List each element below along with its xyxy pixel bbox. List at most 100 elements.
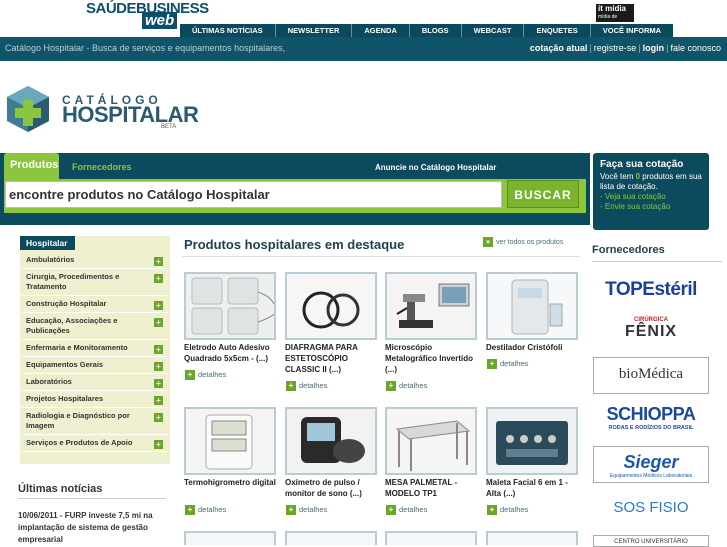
tab-produtos[interactable]: Produtos	[4, 153, 59, 179]
product-image-partial[interactable]	[184, 531, 276, 545]
supplier-logo-biomedica[interactable]: bioMédica	[593, 357, 709, 394]
see-all-products-link[interactable]: » ver todos os produtos	[483, 237, 563, 247]
product-card[interactable]: Maleta Facial 6 em 1 - Alta (...)	[486, 407, 578, 499]
sidebar-item-educacao[interactable]: Educação, Associações e Publicações +	[22, 313, 168, 340]
details-label: detalhes	[500, 359, 529, 368]
details-link[interactable]: + detalhes	[286, 505, 327, 516]
sidebar-item-enfermaria[interactable]: Enfermaria e Monitoramento +	[22, 340, 168, 357]
product-name[interactable]: Termohigrometro digital	[184, 477, 276, 488]
product-card[interactable]: Oxímetro de pulso / monitor de sono (...…	[285, 407, 377, 499]
nav-voce-informa[interactable]: VOCÊ INFORMA	[589, 24, 673, 37]
product-name[interactable]: MESA PALMETAL - MODELO TP1	[385, 477, 477, 499]
product-name[interactable]: Destilador Cristófoli	[486, 342, 578, 353]
nav-agenda[interactable]: AGENDA	[351, 24, 409, 37]
nav-enquetes[interactable]: ENQUETES	[523, 24, 589, 37]
tab-fornecedores[interactable]: Fornecedores	[72, 162, 132, 172]
plus-icon[interactable]: +	[154, 413, 163, 422]
current-quote-link[interactable]: cotação atual	[530, 43, 588, 53]
product-card[interactable]: Eletrodo Auto Adesivo Quadrado 5x5cm - (…	[184, 272, 276, 364]
product-image-electrode[interactable]	[184, 272, 276, 340]
details-link[interactable]: + detalhes	[185, 370, 226, 381]
login-link[interactable]: login	[643, 43, 665, 53]
microscope-image-icon	[387, 274, 475, 338]
product-name[interactable]: DIAFRAGMA PARA ESTETOSCÓPIO CLASSIC II (…	[285, 342, 377, 375]
saude-business-logo[interactable]: SAÚDEBUSINESS web	[86, 0, 209, 29]
send-quote-link[interactable]: - Envie sua cotação	[600, 202, 702, 212]
supplier-logo-centro-universitario[interactable]: CENTRO UNIVERSITÁRIO	[593, 535, 709, 547]
advertise-link[interactable]: Anuncie no Catálogo Hospitalar	[375, 163, 496, 172]
nav-blogs[interactable]: BLOGS	[408, 24, 461, 37]
details-link[interactable]: + detalhes	[286, 381, 327, 392]
plus-icon[interactable]: +	[154, 345, 163, 354]
supplier-name: TOPEstéril	[605, 279, 697, 300]
details-link[interactable]: + detalhes	[487, 505, 528, 516]
product-image-partial[interactable]	[285, 531, 377, 545]
product-card[interactable]: Microscópio Metalográfico Invertido (...…	[385, 272, 477, 375]
catalogo-hospitalar-logo[interactable]: CATÁLOGO HOSPITALAR BETA	[6, 84, 199, 134]
supplier-logo-topesteril[interactable]: TOPEstéril	[593, 272, 709, 309]
nav-ultimas-noticias[interactable]: ÚLTIMAS NOTÍCIAS	[180, 24, 275, 37]
supplier-logo-sos-fisio[interactable]: SOS FISIO	[593, 491, 709, 528]
supplier-logo-schioppa[interactable]: SCHIOPPA RODAS E RODÍZIOS DO BRASIL	[593, 402, 709, 439]
sidebar-item-servicos[interactable]: Serviços e Produtos de Apoio +	[22, 435, 168, 452]
product-image-partial[interactable]	[385, 531, 477, 545]
supplier-logo-fenix[interactable]: CIRÚRGICA FÊNIX	[593, 314, 709, 351]
plus-icon[interactable]: +	[154, 362, 163, 371]
plus-icon: +	[386, 381, 396, 392]
product-name[interactable]: Eletrodo Auto Adesivo Quadrado 5x5cm - (…	[184, 342, 276, 364]
product-image-facial-kit[interactable]	[486, 407, 578, 475]
facial-kit-image-icon	[488, 409, 576, 473]
sidebar-item-projetos[interactable]: Projetos Hospitalares +	[22, 391, 168, 408]
search-button[interactable]: BUSCAR	[507, 180, 579, 208]
plus-icon[interactable]: +	[154, 396, 163, 405]
sidebar-item-cirurgia[interactable]: Cirurgia, Procedimentos e Tratamento +	[22, 269, 168, 296]
news-item[interactable]: 10/06/2011 - FURP investe 7,5 mi na impl…	[18, 510, 168, 546]
product-name[interactable]: Maleta Facial 6 em 1 - Alta (...)	[486, 477, 578, 499]
sidebar-item-label: Serviços e Produtos de Apoio	[26, 438, 133, 447]
details-link[interactable]: + detalhes	[185, 505, 227, 516]
nav-webcast[interactable]: WEBCAST	[460, 24, 524, 37]
product-image-thermohygrometer[interactable]	[184, 407, 276, 475]
plus-icon[interactable]: +	[154, 301, 163, 310]
quote-text-before: Você tem	[600, 172, 636, 181]
product-name[interactable]: Microscópio Metalográfico Invertido (...…	[385, 342, 477, 375]
plus-icon[interactable]: +	[154, 440, 163, 449]
product-card[interactable]: Destilador Cristófoli	[486, 272, 578, 353]
supplier-sub: Equipamentos Médicos Laboratoriais	[609, 473, 693, 479]
product-image-distiller[interactable]	[486, 272, 578, 340]
plus-icon[interactable]: +	[154, 379, 163, 388]
supplier-logo-sieger[interactable]: Sieger Equipamentos Médicos Laboratoriai…	[593, 446, 709, 483]
product-card[interactable]: DIAFRAGMA PARA ESTETOSCÓPIO CLASSIC II (…	[285, 272, 377, 375]
product-card[interactable]: Termohigrometro digital	[184, 407, 276, 488]
details-link[interactable]: + detalhes	[386, 505, 427, 516]
user-links: cotação atual | registre-se | login | fale con…	[529, 43, 721, 53]
view-quote-link[interactable]: - Veja sua cotação	[600, 192, 702, 202]
sidebar-item-radiologia[interactable]: Radiologia e Diagnóstico por Imagem +	[22, 408, 168, 435]
suppliers-divider	[592, 261, 722, 262]
details-link[interactable]: + detalhes	[386, 381, 427, 392]
plus-icon[interactable]: +	[154, 274, 163, 283]
news-divider	[18, 498, 166, 499]
register-link[interactable]: registre-se	[594, 43, 637, 53]
product-image-oximeter[interactable]	[285, 407, 377, 475]
it-midia-logo[interactable]: it mídia mídia de negócios	[596, 4, 634, 28]
sidebar-item-ambulatorios[interactable]: Ambulatórios +	[22, 252, 168, 269]
details-link[interactable]: + detalhes	[487, 359, 529, 370]
product-image-table[interactable]	[385, 407, 477, 475]
product-image-microscope[interactable]	[385, 272, 477, 340]
product-image-diaphragm[interactable]	[285, 272, 377, 340]
oximeter-image-icon	[287, 409, 375, 473]
sidebar-item-equipamentos[interactable]: Equipamentos Gerais +	[22, 357, 168, 374]
contact-link[interactable]: fale conosco	[670, 43, 721, 53]
quote-text: Você tem 0 produtos em sua lista de cota…	[600, 172, 702, 192]
sidebar-item-construcao[interactable]: Construção Hospitalar +	[22, 296, 168, 313]
nav-newsletter[interactable]: NEWSLETTER	[274, 24, 352, 37]
plus-icon[interactable]: +	[154, 318, 163, 327]
details-label: detalhes	[198, 505, 227, 514]
sidebar-item-laboratorios[interactable]: Laboratórios +	[22, 374, 168, 391]
product-card[interactable]: MESA PALMETAL - MODELO TP1	[385, 407, 477, 499]
plus-icon[interactable]: +	[154, 257, 163, 266]
search-input[interactable]	[5, 181, 502, 208]
product-image-partial[interactable]	[486, 531, 578, 545]
product-name[interactable]: Oxímetro de pulso / monitor de sono (...…	[285, 477, 377, 499]
